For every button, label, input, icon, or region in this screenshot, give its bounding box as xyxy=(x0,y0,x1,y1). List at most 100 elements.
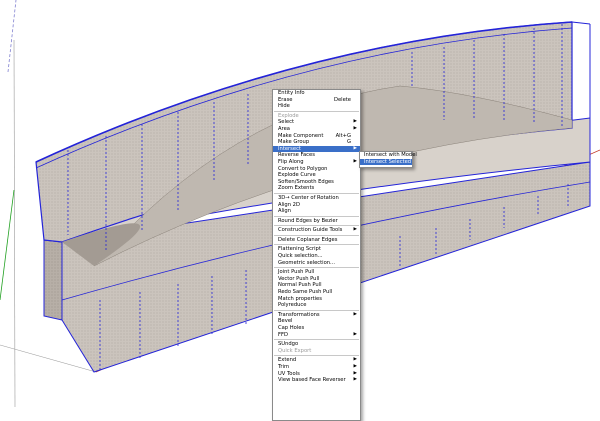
menu-item-label: FFD xyxy=(278,331,288,338)
menu-item-label: Geometric selection... xyxy=(278,259,336,266)
menu-item-redo-same-push-pull[interactable]: Redo Same Push Pull xyxy=(273,289,360,296)
menu-item-label: View based Face Reverser xyxy=(278,377,346,384)
menu-separator xyxy=(274,244,359,246)
menu-item-label: Make Component xyxy=(278,132,324,139)
submenu-item-intersect-selected[interactable]: Intersect Selected xyxy=(360,158,412,166)
menu-item-label: SUndgo xyxy=(278,341,299,348)
menu-item-label: 3D→ Center of Rotation xyxy=(278,194,339,201)
menu-item-construction-guide-tools[interactable]: Construction Guide Tools ▶ xyxy=(273,227,360,234)
menu-item-label: Delete Coplanar Edges xyxy=(278,236,338,243)
menu-item-erase[interactable]: Erase Delete xyxy=(273,97,360,104)
menu-item-align[interactable]: Align xyxy=(273,208,360,215)
menu-item-label: Joint Push Pull xyxy=(278,269,315,276)
menu-item-label: Explode Curve xyxy=(278,172,316,179)
blue-axis xyxy=(7,0,17,73)
menu-item-label: Trim xyxy=(278,363,290,370)
menu-item-uv-tools[interactable]: UV Tools ▶ xyxy=(273,371,360,378)
submenu-arrow-icon: ▶ xyxy=(353,311,357,317)
menu-item-explode: Explode xyxy=(273,113,360,120)
menu-item-shortcut: Delete xyxy=(333,96,351,103)
menu-separator xyxy=(274,110,359,112)
menu-item-convert-to-polygon[interactable]: Convert to Polygon xyxy=(273,166,360,173)
submenu-arrow-icon: ▶ xyxy=(353,331,357,337)
menu-item-label: Flattening Script xyxy=(278,246,321,253)
menu-item-flattening-script[interactable]: Flattening Script xyxy=(273,246,360,253)
submenu-arrow-icon: ▶ xyxy=(353,363,357,369)
menu-item-label: Quick selection... xyxy=(278,253,323,260)
menu-item-quick-selection[interactable]: Quick selection... xyxy=(273,253,360,260)
menu-item-trim[interactable]: Trim ▶ xyxy=(273,364,360,371)
menu-item-reverse-faces[interactable]: Reverse Faces xyxy=(273,152,360,159)
menu-item-label: Transformations xyxy=(278,311,320,318)
submenu-item-intersect-with-model[interactable]: Intersect with Model xyxy=(360,152,417,159)
menu-item-label: Bevel xyxy=(278,318,293,325)
menu-separator xyxy=(274,215,359,217)
menu-item-match-properties[interactable]: Match properties xyxy=(273,296,360,303)
menu-item-area[interactable]: Area ▶ xyxy=(273,126,360,133)
menu-item-normal-push-pull[interactable]: Normal Push Pull xyxy=(273,282,360,289)
menu-item-view-based-face-reverser[interactable]: View based Face Reverser ▶ xyxy=(273,377,360,384)
menu-separator xyxy=(274,225,359,227)
menu-item-bevel[interactable]: Bevel xyxy=(273,318,360,325)
menu-item-label: Soften/Smooth Edges xyxy=(278,178,334,185)
menu-item-sundgo[interactable]: SUndgo xyxy=(273,341,360,348)
menu-item-joint-push-pull[interactable]: Joint Push Pull xyxy=(273,269,360,276)
menu-item-extend[interactable]: Extend ▶ xyxy=(273,357,360,364)
menu-item-entity-info[interactable]: Entity Info xyxy=(273,90,360,97)
menu-item-label: Entity Info xyxy=(278,90,305,96)
menu-separator xyxy=(274,339,359,341)
menu-item-shortcut: G xyxy=(346,139,351,146)
menu-item-quick-export: Quick Export xyxy=(273,348,360,355)
submenu-arrow-icon: ▶ xyxy=(353,158,357,164)
menu-item-label: Align 2D xyxy=(278,201,300,208)
menu-item-polyreduce[interactable]: Polyreduce xyxy=(273,302,360,309)
submenu-arrow-icon: ▶ xyxy=(353,377,357,383)
menu-item-round-edges-by-bezier[interactable]: Round Edges by Bezier xyxy=(273,218,360,225)
menu-item-explode-curve[interactable]: Explode Curve xyxy=(273,172,360,179)
menu-item-label: Round Edges by Bezier xyxy=(278,217,338,224)
menu-item-geometric-selection[interactable]: Geometric selection... xyxy=(273,260,360,267)
menu-item-vector-push-pull[interactable]: Vector Push Pull xyxy=(273,276,360,283)
menu-separator xyxy=(274,234,359,236)
green-axis xyxy=(0,189,15,301)
menu-item-label: Construction Guide Tools xyxy=(278,227,343,234)
menu-separator xyxy=(274,192,359,194)
menu-item-label: Make Group xyxy=(278,139,310,146)
menu-item-transformations[interactable]: Transformations ▶ xyxy=(273,312,360,319)
menu-item-label: UV Tools xyxy=(278,370,300,377)
menu-item-hide[interactable]: Hide xyxy=(273,103,360,110)
menu-item-label: Area xyxy=(278,125,290,132)
menu-item-shortcut: Alt+G xyxy=(335,132,351,139)
menu-item-3d-center-of-rotation[interactable]: 3D→ Center of Rotation xyxy=(273,195,360,202)
submenu-arrow-icon: ▶ xyxy=(353,125,357,131)
menu-item-delete-coplanar-edges[interactable]: Delete Coplanar Edges xyxy=(273,237,360,244)
menu-item-make-group[interactable]: Make Group G xyxy=(273,139,360,146)
submenu-arrow-icon: ▶ xyxy=(353,357,357,363)
menu-separator xyxy=(274,267,359,269)
menu-item-label: Flip Along xyxy=(278,158,304,165)
menu-separator xyxy=(274,355,359,357)
menu-item-label: Convert to Polygon xyxy=(278,165,328,172)
menu-item-ffd[interactable]: FFD ▶ xyxy=(273,332,360,339)
menu-item-label: Quick Export xyxy=(278,347,312,354)
menu-item-select[interactable]: Select ▶ xyxy=(273,119,360,126)
menu-item-flip-along[interactable]: Flip Along ▶ xyxy=(273,159,360,166)
menu-item-label: Redo Same Push Pull xyxy=(278,289,333,296)
menu-item-label: Normal Push Pull xyxy=(278,282,322,289)
end-cap-face xyxy=(43,239,63,321)
intersect-submenu: Intersect with Model Intersect Selected xyxy=(359,151,417,168)
menu-item-cap-holes[interactable]: Cap Holes xyxy=(273,325,360,332)
menu-item-make-component[interactable]: Make Component Alt+G xyxy=(273,133,360,140)
submenu-arrow-icon: ▶ xyxy=(353,227,357,233)
menu-item-align-2d[interactable]: Align 2D xyxy=(273,202,360,209)
menu-item-label: Align xyxy=(278,208,292,215)
menu-item-soften-smooth-edges[interactable]: Soften/Smooth Edges xyxy=(273,179,360,186)
submenu-arrow-icon: ▶ xyxy=(353,119,357,125)
menu-item-label: Reverse Faces xyxy=(278,152,315,159)
menu-item-intersect[interactable]: Intersect ▶ xyxy=(273,145,360,153)
menu-item-zoom-extents[interactable]: Zoom Extents xyxy=(273,185,360,192)
blue-axis-solid xyxy=(13,39,16,407)
menu-item-label: Intersect xyxy=(278,145,301,152)
menu-item-label: Polyreduce xyxy=(278,302,307,309)
menu-item-label: Explode xyxy=(278,112,299,119)
